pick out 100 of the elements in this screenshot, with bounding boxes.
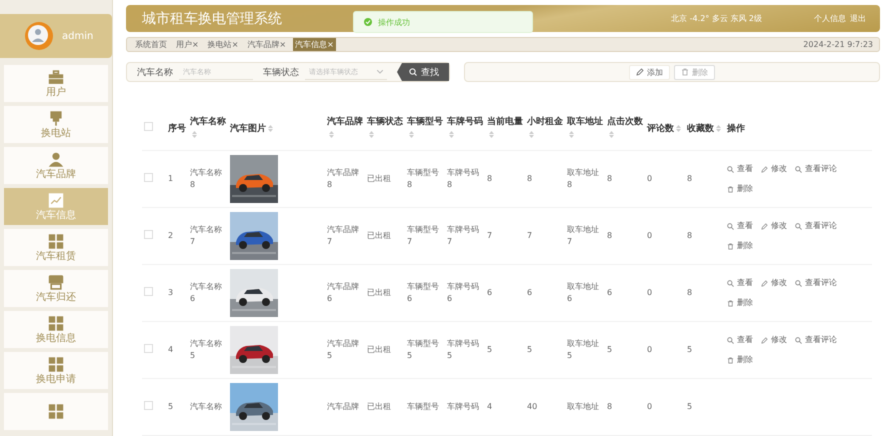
pencil-icon: [636, 68, 644, 76]
page-tab[interactable]: 用户×: [174, 38, 201, 51]
sidebar-item[interactable]: 汽车品牌: [4, 147, 108, 184]
table-cell: 汽车品牌 8: [327, 167, 359, 191]
table-cell: 已出租: [367, 173, 391, 185]
table-cell: 8: [687, 230, 692, 242]
trash-icon: [681, 68, 689, 76]
table-cell: 8: [607, 173, 612, 185]
table-cell: 取车地址 5: [567, 338, 599, 362]
chart-icon: [48, 192, 64, 208]
sidebar-item[interactable]: 用户: [4, 65, 108, 102]
sidebar-item[interactable]: 汽车租赁: [4, 229, 108, 266]
row-action-link[interactable]: 查看评论: [795, 334, 837, 346]
table-cell: 7: [527, 230, 532, 242]
column-header[interactable]: 收藏数: [687, 122, 721, 136]
column-header[interactable]: 汽车品牌: [327, 116, 363, 142]
table-cell: 6: [607, 287, 612, 299]
row-action-link[interactable]: 查看: [727, 220, 753, 232]
plug-icon: [48, 110, 64, 126]
sidebar-label: 换电站: [41, 128, 71, 138]
sort-icon: [449, 131, 454, 138]
sort-icon: [609, 131, 614, 138]
table-cell: 0: [647, 401, 652, 413]
row-action-link[interactable]: 修改: [761, 334, 787, 346]
column-header[interactable]: 车辆状态: [367, 116, 403, 142]
table-cell: 5: [607, 344, 612, 356]
table-cell: 已出租: [367, 401, 391, 413]
table-cell: 5: [168, 401, 174, 413]
table-cell: 汽车名称: [190, 401, 222, 413]
table-cell: 汽车品牌 7: [327, 224, 359, 248]
sidebar-item[interactable]: 换电信息: [4, 311, 108, 348]
table-cell: 汽车品牌: [327, 401, 359, 413]
table-cell: 车辆型号 7: [407, 224, 439, 248]
search-icon: [727, 222, 734, 230]
column-header[interactable]: 当前电量: [487, 116, 523, 142]
table-cell: 40: [527, 401, 538, 413]
row-checkbox[interactable]: [144, 344, 153, 352]
column-header[interactable]: 汽车名称: [190, 116, 226, 142]
sort-icon: [716, 124, 721, 132]
person-icon: [48, 152, 64, 166]
table-cell: 8: [687, 173, 692, 185]
field-label: 汽车名称: [137, 66, 173, 78]
table-cell: 0: [647, 230, 652, 242]
column-header: 操作: [727, 122, 745, 136]
table-cell: 0: [647, 344, 652, 356]
sort-icon: [529, 131, 534, 138]
select-all-checkbox[interactable]: [144, 122, 153, 132]
row-action-link[interactable]: 查看评论: [795, 163, 837, 175]
row-action-link[interactable]: 查看评论: [795, 220, 837, 232]
row-checkbox[interactable]: [144, 286, 153, 296]
page-tab[interactable]: 系统首页: [133, 38, 169, 51]
page-tab[interactable]: 汽车品牌×: [245, 38, 288, 51]
sidebar-label: 换电申请: [36, 374, 76, 384]
column-header[interactable]: 汽车图片: [230, 122, 273, 136]
row-checkbox[interactable]: [144, 172, 153, 182]
row-action-link[interactable]: 修改: [761, 220, 787, 232]
row-action-link[interactable]: 查看评论: [795, 277, 837, 289]
sidebar-item[interactable]: 换电申请: [4, 352, 108, 389]
add-button[interactable]: 添加: [629, 64, 670, 80]
sidebar-item[interactable]: [4, 393, 108, 430]
row-action-link[interactable]: 删除: [727, 354, 753, 366]
page-tab[interactable]: 汽车信息×: [293, 38, 336, 51]
table-cell: 4: [487, 401, 492, 413]
column-header[interactable]: 取车地址: [567, 116, 603, 142]
row-action-link[interactable]: 查看: [727, 277, 753, 289]
page-tab[interactable]: 换电站×: [206, 38, 240, 51]
row-action-link[interactable]: 查看: [727, 163, 753, 175]
table-cell: 汽车品牌 6: [327, 281, 359, 305]
table-cell: 汽车名称 7: [190, 224, 222, 248]
column-header[interactable]: 点击次数: [607, 116, 643, 142]
row-action-link[interactable]: 修改: [761, 163, 787, 175]
row-action-link[interactable]: 删除: [727, 240, 753, 252]
row-checkbox[interactable]: [144, 230, 153, 238]
field-label: 车辆状态: [263, 66, 299, 78]
row-action-link[interactable]: 删除: [727, 183, 753, 195]
search-button[interactable]: 查找: [397, 63, 449, 81]
table-cell: 车牌号码 8: [447, 167, 479, 191]
store-icon: [48, 274, 64, 290]
row-action-link[interactable]: 删除: [727, 297, 753, 309]
trash-icon: [727, 300, 734, 306]
sidebar-item[interactable]: 汽车归还: [4, 270, 108, 307]
row-action-link[interactable]: 修改: [761, 277, 787, 289]
table-cell: 车辆型号 6: [407, 281, 439, 305]
table-cell: 车辆型号 5: [407, 338, 439, 362]
grid-icon: [48, 316, 64, 330]
date-time: 2024-2-21 9:7:23: [803, 40, 873, 49]
sidebar-item[interactable]: 换电站: [4, 106, 108, 143]
search-icon: [727, 166, 734, 172]
table-cell: 已出租: [367, 344, 391, 356]
table-cell: 8: [607, 230, 612, 242]
row-checkbox[interactable]: [144, 400, 153, 410]
column-header[interactable]: 小时租金: [527, 116, 563, 142]
column-header[interactable]: 车辆型号: [407, 116, 443, 142]
table-cell: 车辆型号 8: [407, 167, 439, 191]
sort-icon: [489, 131, 494, 138]
column-header[interactable]: 评论数: [647, 122, 681, 136]
table-cell: 5: [527, 344, 532, 356]
row-action-link[interactable]: 查看: [727, 334, 753, 346]
column-header[interactable]: 车牌号码: [447, 116, 483, 142]
trash-icon: [727, 242, 734, 250]
